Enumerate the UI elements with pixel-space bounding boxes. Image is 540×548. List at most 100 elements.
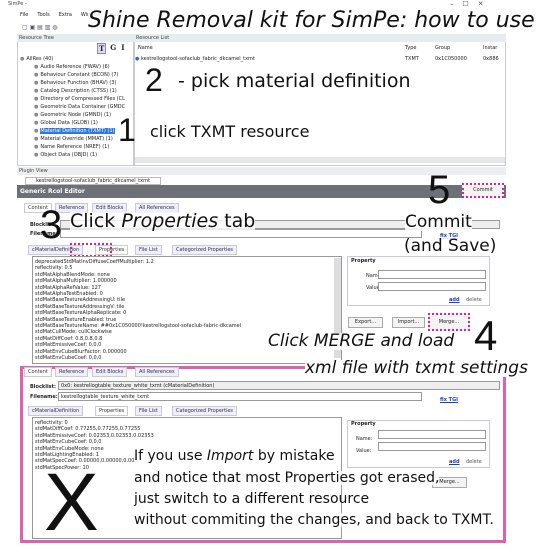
allres-icon: ● — [20, 56, 25, 62]
resource-type-icon: ● — [34, 144, 39, 150]
tree-item-label: Directory of Compressed Files (CL — [40, 96, 125, 102]
resource-type-icon: ● — [34, 152, 39, 158]
menu-item-file[interactable]: File — [20, 12, 28, 18]
tree-item[interactable]: ● Behaviour Constant (BCON) (7) — [20, 71, 125, 79]
tab-content[interactable]: Content — [24, 367, 52, 377]
tree-item[interactable]: ● Object Data (OBJD) (1) — [20, 151, 125, 159]
property-box-title: Property — [351, 258, 376, 264]
menu-item-tools[interactable]: Tools — [37, 12, 49, 18]
tree-item-label: Material Definition (TXMT) (1) — [40, 128, 115, 134]
step5-text-b: (and Save) — [404, 236, 497, 256]
tab-cmaterialdefinition[interactable]: cMaterialDefinition — [28, 406, 84, 416]
resource-type-icon: ● — [34, 72, 39, 78]
resource-type-icon: ● — [34, 104, 39, 110]
resource-type-icon: ● — [34, 64, 39, 70]
resource-type-icon: ● — [34, 136, 39, 142]
fix-tgi-link[interactable]: fix TGI — [440, 397, 458, 403]
plugin-tab[interactable]: kestrellogstool-sofaclub_fabric_dkcamel_… — [25, 177, 161, 185]
headline: Shine Removal kit for SimPe: how to use — [88, 8, 535, 33]
tab-properties[interactable]: Properties — [95, 406, 129, 416]
toolbar-icons[interactable]: ▢ ▣ ▤ ▥ ◍ — [22, 24, 58, 31]
tab-all-references[interactable]: All References — [135, 367, 179, 377]
value-label: Value: — [356, 448, 372, 454]
tree-item[interactable]: ● Directory of Compressed Files (CL — [20, 95, 125, 103]
property-name-input[interactable] — [378, 430, 486, 439]
window-title: SimPe - — [8, 1, 27, 7]
tree-item[interactable]: ● Geometric Node (GMND) (1) — [20, 111, 125, 119]
tree-item-label: Name Reference (NREF) (1) — [40, 144, 110, 150]
resource-type-icon: ● — [34, 80, 39, 86]
resource-list-header: Resource List — [134, 34, 506, 42]
tree-item-label: Audio Reference (FWAV) (6) — [40, 64, 110, 70]
tree-item[interactable]: ● Geometric Data Container (GMDC — [20, 103, 125, 111]
tab-reference[interactable]: Reference — [55, 367, 89, 377]
x-mark: X — [44, 457, 99, 548]
note-1a: If you use — [134, 448, 207, 464]
column-header-group[interactable]: Group — [435, 45, 450, 51]
tree-item[interactable]: ● Audio Reference (FWAV) (6) — [20, 63, 125, 71]
commit-button[interactable]: Commit — [462, 183, 504, 198]
export-button[interactable]: Export... — [348, 317, 383, 328]
column-header-instar[interactable]: Instar — [483, 45, 497, 51]
resource-type-icon: ● — [34, 128, 39, 134]
column-header-name[interactable]: Name — [138, 45, 153, 51]
property-value-input[interactable] — [378, 442, 486, 451]
tree-item-label: Object Data (OBJD) (1) — [40, 152, 98, 158]
filename-label: Filename: — [30, 394, 58, 400]
horizontal-scrollbar[interactable] — [135, 157, 505, 163]
tab-file-list[interactable]: File List — [135, 245, 162, 255]
menu-item-extra[interactable]: Extra — [59, 12, 72, 18]
filename-input[interactable]: kestrellogtable_texture_white_txmt — [58, 392, 422, 401]
tree-item[interactable]: ● Material Override (MMAT) (1) — [20, 135, 125, 143]
import-button[interactable]: Import... — [392, 317, 425, 328]
window-controls[interactable]: – ☐ ✕ — [450, 0, 483, 8]
column-header-type[interactable]: Type — [405, 45, 416, 51]
tree-filter-g[interactable]: G — [109, 43, 117, 54]
property-line[interactable]: stdMatEnvCubeCoef: 0,0,0 — [35, 355, 339, 361]
blocklist-label: Blocklist: — [30, 384, 57, 390]
tab-edit-blocks[interactable]: Edit Blocks — [92, 367, 128, 377]
resource-tree: ● AllRes (40) ● Audio Reference (FWAV) (6) ●… — [20, 55, 125, 159]
add-link[interactable]: add — [449, 459, 460, 465]
note-line-1: If you use Import by mistake — [134, 449, 335, 463]
blocklist-select[interactable]: 0x0: kestrellogtable_texture_white_txmt … — [58, 381, 500, 390]
add-link[interactable]: add — [449, 297, 460, 303]
delete-link[interactable]: delete — [466, 459, 482, 465]
tree-item-label: Geometric Node (GMND) (1) — [40, 112, 112, 118]
step3-number: 3 — [40, 203, 63, 247]
tree-filter-i[interactable]: I — [120, 43, 125, 54]
step1-text: click TXMT resource — [150, 122, 310, 141]
properties-tab-highlight — [70, 243, 112, 257]
property-box-title: Property — [351, 421, 376, 427]
tree-item-label: Global Data (GLOB) (1) — [40, 120, 98, 126]
merge-button[interactable]: Merge... — [428, 313, 470, 331]
tree-item-label: Behaviour Function (BHAV) (3) — [40, 80, 117, 86]
step1-number: 1 — [118, 112, 136, 148]
tree-item[interactable]: ● Behaviour Function (BHAV) (3) — [20, 79, 125, 87]
property-name-input[interactable] — [378, 270, 486, 279]
step5-text-a: Commit — [405, 212, 472, 232]
txmt-file-icon: ● — [135, 56, 140, 62]
step3-a: Click — [70, 210, 122, 232]
tree-item-label: Catalog Description (CTSS) (1) — [40, 88, 117, 94]
tree-filter-t[interactable]: T — [97, 43, 107, 54]
tab-categorized-properties[interactable]: Categorized Properties — [172, 245, 238, 255]
tab-categorized-properties[interactable]: Categorized Properties — [172, 406, 238, 416]
tree-item[interactable]: ● AllRes (40) — [20, 55, 125, 63]
resource-tree-header: Resource Tree — [17, 34, 134, 42]
tree-item-label: Material Override (MMAT) (1) — [40, 136, 113, 142]
tree-item[interactable]: ● Global Data (GLOB) (1) — [20, 119, 125, 127]
tab-file-list[interactable]: File List — [135, 406, 162, 416]
delete-link[interactable]: delete — [466, 297, 482, 303]
note-1b: Import — [206, 448, 254, 464]
tree-item-label: Geometric Data Container (GMDC — [40, 104, 126, 110]
tree-item[interactable]: ● Material Definition (TXMT) (1) — [20, 127, 125, 135]
step4-text-a: Click MERGE and load — [268, 331, 455, 351]
resource-row[interactable]: ● kestrellogstool-sofaclub_fabric_dkcame… — [135, 55, 505, 63]
resource-list-panel — [134, 34, 506, 166]
property-value-input[interactable] — [378, 282, 486, 291]
tree-item[interactable]: ● Catalog Description (CTSS) (1) — [20, 87, 125, 95]
resource-type-icon: ● — [34, 88, 39, 94]
name-label: Name: — [356, 436, 373, 442]
tree-item[interactable]: ● Name Reference (NREF) (1) — [20, 143, 125, 151]
